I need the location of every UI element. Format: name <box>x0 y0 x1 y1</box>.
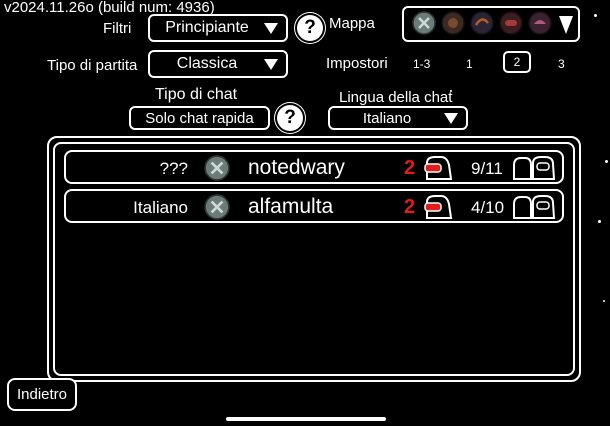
chat-type-label: Tipo di chat <box>155 86 238 103</box>
map-skeld-icon <box>412 11 436 35</box>
chevron-down-icon <box>264 58 278 70</box>
chevron-down-icon <box>444 112 458 124</box>
game-type-dropdown[interactable]: Classica <box>148 50 288 78</box>
chat-language-dropdown[interactable]: Italiano <box>328 106 468 130</box>
crewmates-icon <box>513 156 556 180</box>
filters-dropdown[interactable]: Principiante <box>148 14 288 42</box>
filters-label: Filtri <box>103 20 132 37</box>
impostors-option-3[interactable]: 3 <box>558 58 565 70</box>
home-indicator[interactable] <box>226 417 386 421</box>
map-fungle-icon <box>528 11 552 35</box>
chevron-down-icon <box>264 22 278 34</box>
map-skeld-icon <box>204 194 230 220</box>
version-label: v2024.11.26o (build num: 4936) <box>4 0 215 16</box>
chat-type-value: Solo chat rapida <box>145 109 254 127</box>
star <box>594 14 597 17</box>
crewmates-icon <box>513 195 556 219</box>
lobby-row[interactable]: ??? notedwary 2 9/11 <box>64 150 564 184</box>
chat-language-value: Italiano <box>362 109 412 127</box>
lobby-impostor-count: 2 <box>404 196 416 218</box>
impostor-crewmate-icon <box>424 156 453 180</box>
lobby-row[interactable]: Italiano alfamulta 2 4/10 <box>64 189 564 223</box>
impostor-crewmate-icon <box>424 195 453 219</box>
map-mira-icon <box>441 11 465 35</box>
game-type-label: Tipo di partita <box>47 57 138 74</box>
star <box>605 160 608 163</box>
back-button[interactable]: Indietro <box>7 378 77 411</box>
chat-type-help-button[interactable]: ? <box>277 105 303 131</box>
lobby-language: ??? <box>159 159 188 178</box>
star <box>598 220 601 223</box>
lobby-host-name: alfamulta <box>248 195 334 218</box>
lobby-language: Italiano <box>133 198 188 217</box>
lobby-impostor-count: 2 <box>404 157 416 179</box>
filters-help-button[interactable]: ? <box>297 15 323 41</box>
impostors-option-1-3[interactable]: 1-3 <box>413 58 430 70</box>
map-skeld-icon <box>204 155 230 181</box>
map-label: Mappa <box>329 15 375 32</box>
game-type-value: Classica <box>176 55 238 72</box>
filters-value: Principiante <box>165 19 249 36</box>
star <box>603 300 605 302</box>
impostors-label: Impostori <box>326 55 388 72</box>
impostors-option-2-selected[interactable]: 2 <box>503 51 531 73</box>
map-selector[interactable] <box>402 6 580 42</box>
lobby-host-name: notedwary <box>248 156 345 179</box>
lobby-player-count: 9/11 <box>471 159 503 178</box>
chat-type-button[interactable]: Solo chat rapida <box>129 106 270 130</box>
map-polus-icon <box>470 11 494 35</box>
back-button-label: Indietro <box>16 386 68 403</box>
lobby-player-count: 4/10 <box>471 198 505 217</box>
map-airship-icon <box>499 11 523 35</box>
impostors-option-1[interactable]: 1 <box>466 58 473 70</box>
chat-language-label: Lingua della chat <box>339 89 453 106</box>
chevron-down-icon <box>559 16 573 34</box>
